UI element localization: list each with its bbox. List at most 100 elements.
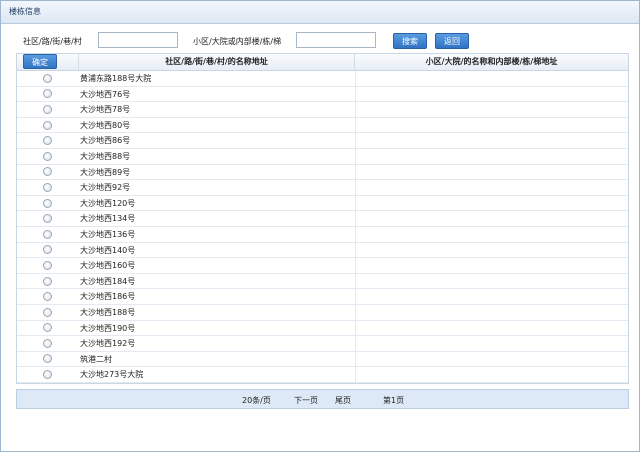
row-address: 大沙地西76号 <box>78 86 356 102</box>
row-radio[interactable] <box>43 354 52 364</box>
row-radio[interactable] <box>43 89 52 99</box>
row-radio[interactable] <box>43 229 52 239</box>
table-row[interactable]: 大沙地西160号 <box>17 258 628 274</box>
row-sub-address <box>356 305 628 320</box>
table-row[interactable]: 大沙地西78号 <box>17 102 628 118</box>
table-row[interactable]: 黄浦东路188号大院 <box>17 71 628 87</box>
row-select-cell <box>17 321 78 336</box>
pagination-bar: 20条/页 下一页 尾页 第1页 <box>16 389 629 409</box>
row-radio[interactable] <box>43 182 52 192</box>
table-row[interactable]: 大沙地西186号 <box>17 289 628 305</box>
row-sub-address <box>356 180 628 195</box>
row-address: 大沙地西120号 <box>78 195 356 211</box>
row-radio[interactable] <box>43 73 52 83</box>
table-row[interactable]: 大沙地西184号 <box>17 273 628 290</box>
current-page-label: 第1页 <box>383 396 405 405</box>
row-sub-address <box>356 243 628 258</box>
row-address: 大沙地西78号 <box>78 102 356 117</box>
row-address: 大沙地西92号 <box>78 180 356 195</box>
row-radio[interactable] <box>43 338 52 348</box>
row-select-cell <box>17 180 78 195</box>
row-sub-address <box>356 149 628 164</box>
row-sub-address <box>356 352 628 367</box>
row-sub-address <box>356 102 628 117</box>
row-address: 大沙地西140号 <box>78 242 356 258</box>
row-select-cell <box>17 211 78 226</box>
row-radio[interactable] <box>43 307 52 317</box>
last-page-link[interactable]: 尾页 <box>335 395 351 406</box>
row-radio[interactable] <box>43 292 52 302</box>
table-row[interactable]: 大沙地273号大院 <box>17 367 628 383</box>
table-row[interactable]: 大沙地西190号 <box>17 320 628 337</box>
street-input[interactable] <box>98 32 178 48</box>
row-sub-address <box>356 367 628 382</box>
row-select-cell <box>17 71 78 86</box>
row-address: 大沙地西184号 <box>78 273 356 289</box>
row-address: 大沙地西190号 <box>78 320 356 336</box>
table-row[interactable]: 大沙地西192号 <box>17 336 628 352</box>
row-radio[interactable] <box>43 214 52 224</box>
table-row[interactable]: 大沙地西120号 <box>17 195 628 212</box>
table-row[interactable]: 大沙地西89号 <box>17 164 628 181</box>
row-sub-address <box>356 71 628 86</box>
row-address: 大沙地西192号 <box>78 336 356 351</box>
row-address: 大沙地西88号 <box>78 148 356 164</box>
row-select-cell <box>17 243 78 258</box>
window-title: 楼栋信息 <box>1 1 639 24</box>
row-radio[interactable] <box>43 136 52 146</box>
row-select-cell <box>17 196 78 211</box>
row-sub-address <box>356 321 628 336</box>
row-radio[interactable] <box>43 198 52 208</box>
row-radio[interactable] <box>43 260 52 270</box>
row-select-cell <box>17 102 78 117</box>
table-row[interactable]: 大沙地西188号 <box>17 304 628 321</box>
row-radio[interactable] <box>43 323 52 333</box>
row-sub-address <box>356 196 628 211</box>
table-row[interactable]: 大沙地西86号 <box>17 133 628 149</box>
back-button[interactable]: 返回 <box>435 33 469 49</box>
row-radio[interactable] <box>43 245 52 255</box>
row-select-cell <box>17 258 78 273</box>
row-address: 大沙地西136号 <box>78 226 356 242</box>
row-sub-address <box>356 211 628 226</box>
table-row[interactable]: 大沙地西134号 <box>17 211 628 227</box>
row-sub-address <box>356 165 628 180</box>
header-sub-address: 小区/大院/的名称和内部楼/栋/梯地址 <box>354 54 628 70</box>
row-address: 大沙地西188号 <box>78 304 356 320</box>
row-radio[interactable] <box>43 276 52 286</box>
table-row[interactable]: 筑港二村 <box>17 351 628 368</box>
row-select-cell <box>17 274 78 289</box>
table-row[interactable]: 大沙地西136号 <box>17 226 628 243</box>
row-sub-address <box>356 87 628 102</box>
table-row[interactable]: 大沙地西88号 <box>17 148 628 165</box>
row-sub-address <box>356 133 628 148</box>
compound-input[interactable] <box>296 32 376 48</box>
row-select-cell <box>17 367 78 382</box>
row-radio[interactable] <box>43 370 52 380</box>
row-radio[interactable] <box>43 120 52 130</box>
row-radio[interactable] <box>43 104 52 114</box>
row-radio[interactable] <box>43 167 52 177</box>
row-select-cell <box>17 336 78 351</box>
search-button[interactable]: 搜索 <box>393 33 427 49</box>
row-address: 大沙地西86号 <box>78 133 356 148</box>
next-page-link[interactable]: 下一页 <box>294 395 318 406</box>
table-row[interactable]: 大沙地西80号 <box>17 117 628 134</box>
row-select-cell <box>17 289 78 304</box>
table-row[interactable]: 大沙地西76号 <box>17 86 628 103</box>
table-header: 确定 社区/路/街/巷/村/的名称地址 小区/大院/的名称和内部楼/栋/梯地址 <box>17 54 628 71</box>
header-address: 社区/路/街/巷/村/的名称地址 <box>78 54 354 70</box>
building-table: 确定 社区/路/街/巷/村/的名称地址 小区/大院/的名称和内部楼/栋/梯地址 … <box>16 53 629 384</box>
row-sub-address <box>356 258 628 273</box>
row-address: 大沙地西89号 <box>78 164 356 180</box>
table-row[interactable]: 大沙地西140号 <box>17 242 628 259</box>
row-address: 大沙地西80号 <box>78 117 356 133</box>
row-select-cell <box>17 149 78 164</box>
table-row[interactable]: 大沙地西92号 <box>17 180 628 196</box>
confirm-button[interactable]: 确定 <box>23 54 57 69</box>
row-radio[interactable] <box>43 151 52 161</box>
row-select-cell <box>17 133 78 148</box>
row-sub-address <box>356 227 628 242</box>
row-address: 大沙地西186号 <box>78 289 356 304</box>
street-label: 社区/路/街/巷/村 <box>23 37 82 46</box>
